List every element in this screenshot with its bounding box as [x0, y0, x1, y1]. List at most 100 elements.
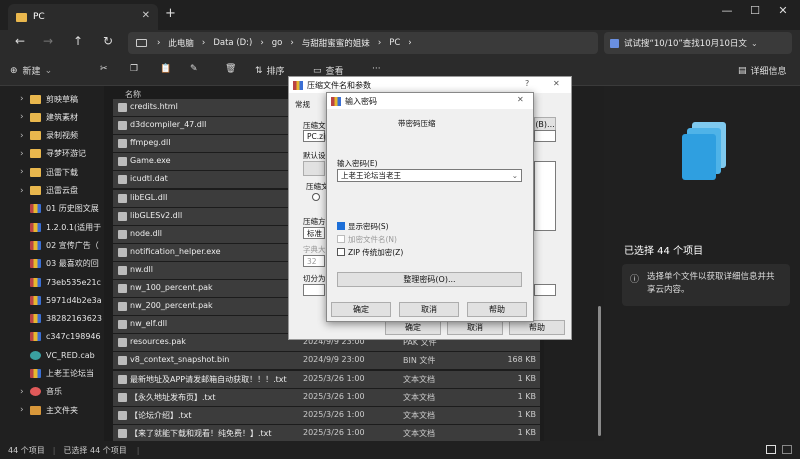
- help-icon[interactable]: ?: [525, 79, 529, 88]
- update-mode-select[interactable]: [534, 130, 556, 142]
- close-tab-icon[interactable]: ✕: [142, 10, 150, 21]
- breadcrumb-item[interactable]: 与甜甜蜜蜜的姐妹: [302, 37, 370, 49]
- chevron-right-icon[interactable]: ›: [20, 387, 30, 397]
- sidebar-item-label: 73eb535e21c: [46, 277, 101, 287]
- sidebar-item-label: 38282163623: [46, 314, 102, 324]
- rar-icon: [30, 277, 41, 287]
- archive-dialog-title: 压缩文件名和参数: [307, 80, 371, 90]
- chevron-down-icon[interactable]: ⌄: [512, 170, 518, 181]
- file-name: notification_helper.exe: [130, 246, 221, 256]
- zip-legacy-label: ZIP 传统加密(Z): [348, 248, 404, 257]
- new-label: 新建: [22, 67, 41, 77]
- sidebar-item-label: 主文件夹: [46, 405, 78, 415]
- close-icon[interactable]: ✕: [553, 79, 560, 88]
- tab-pc[interactable]: PC ✕: [8, 4, 158, 30]
- archive-cancel-button[interactable]: 取消: [447, 320, 503, 335]
- file-icon: [118, 265, 127, 275]
- delete-icon[interactable]: 🗑: [225, 64, 236, 74]
- table-row[interactable]: 【永久地址发布页】.txt 2025/3/26 1:00 文本文档 1 KB: [113, 388, 540, 406]
- folder-icon: [30, 94, 41, 104]
- password-value: 上老王论坛当老王: [341, 171, 401, 180]
- rename-icon[interactable]: ✎: [190, 64, 198, 74]
- close-icon[interactable]: ✕: [517, 95, 524, 104]
- file-size: 1 KB: [517, 409, 536, 419]
- breadcrumb-item[interactable]: Data (D:): [213, 38, 252, 48]
- folder-icon: [30, 186, 41, 195]
- details-pane-button[interactable]: ▤ 详细信息: [738, 64, 787, 78]
- file-icon: [118, 139, 127, 149]
- chevron-right-icon[interactable]: ›: [20, 167, 30, 177]
- archive-help-button[interactable]: 帮助: [509, 320, 565, 335]
- maximize-button[interactable]: ☐: [740, 4, 770, 17]
- archive-ok-button[interactable]: 确定: [385, 320, 441, 335]
- zip-legacy-checkbox[interactable]: [337, 248, 345, 256]
- table-row[interactable]: 【来了就能下载和观看！纯免费！】.txt 2025/3/26 1:00 文本文档 1 …: [113, 424, 540, 442]
- password-input[interactable]: 上老王论坛当老王 ⌄: [337, 169, 522, 182]
- file-date: 2025/3/26 1:00: [303, 373, 365, 383]
- file-date: 2025/3/26 1:00: [303, 427, 365, 437]
- chevron-right-icon[interactable]: ›: [20, 112, 30, 122]
- tiles-view-icon[interactable]: [782, 445, 792, 454]
- chevron-right-icon[interactable]: ›: [20, 149, 30, 159]
- file-name: d3dcompiler_47.dll: [130, 120, 207, 130]
- new-button[interactable]: ⊕ 新建 ⌄: [10, 64, 52, 78]
- file-name: libEGL.dll: [130, 192, 168, 202]
- chevron-right-icon[interactable]: ›: [20, 131, 30, 141]
- password-help-button[interactable]: 帮助: [467, 302, 527, 317]
- split-volumes-field[interactable]: [303, 284, 325, 296]
- up-arrow-icon[interactable]: ↑: [68, 34, 88, 52]
- search-placeholder: 试试搜“10/10”查找10月10日文: [624, 39, 747, 49]
- file-icon: [118, 103, 127, 112]
- show-password-checkbox[interactable]: [337, 222, 345, 230]
- file-size: 168 KB: [507, 355, 536, 365]
- sidebar-item[interactable]: › 主文件夹: [0, 399, 104, 421]
- forward-arrow-icon[interactable]: →: [38, 34, 58, 52]
- paste-icon[interactable]: 📋: [160, 64, 171, 74]
- compression-method-select[interactable]: 标准: [303, 227, 325, 239]
- scrollbar[interactable]: [598, 306, 601, 436]
- chevron-right-icon[interactable]: ›: [20, 94, 30, 104]
- archive-name-field[interactable]: PC.zip: [303, 130, 330, 142]
- encrypt-names-checkbox[interactable]: [337, 235, 345, 243]
- cut-icon[interactable]: ✂: [100, 64, 108, 74]
- sidebar-item-label: 录制视频: [46, 131, 78, 141]
- file-icon: [118, 284, 127, 293]
- address-bar[interactable]: › 此电脑 › Data (D:) › go › 与甜甜蜜蜜的姐妹 › PC ›: [128, 32, 598, 54]
- refresh-icon[interactable]: ↻: [98, 34, 118, 52]
- table-row[interactable]: 最新地址及APP请发邮箱自动获取！！！.txt 2025/3/26 1:00 文本文…: [113, 370, 540, 388]
- profiles-button[interactable]: [303, 161, 325, 176]
- file-name: credits.html: [130, 102, 178, 111]
- file-icon: [118, 410, 127, 420]
- password-ok-button[interactable]: 确定: [331, 302, 391, 317]
- organize-passwords-button[interactable]: 整理密码(O)...: [337, 272, 522, 287]
- rar-icon: [30, 295, 41, 305]
- sort-button[interactable]: ⇅ 排序: [255, 64, 285, 78]
- breadcrumb-item[interactable]: 此电脑: [168, 37, 194, 49]
- back-arrow-icon[interactable]: ←: [10, 34, 30, 52]
- new-tab-button[interactable]: +: [165, 6, 176, 21]
- table-row[interactable]: v8_context_snapshot.bin 2024/9/9 23:00 BIN…: [113, 352, 540, 370]
- file-type: 文本文档: [403, 374, 435, 384]
- password-cancel-button[interactable]: 取消: [399, 302, 459, 317]
- minimize-button[interactable]: —: [712, 4, 742, 17]
- chevron-right-icon[interactable]: ›: [20, 405, 30, 415]
- tab-general[interactable]: 常规: [295, 99, 310, 110]
- sidebar-item-label: 03 最喜欢的回: [46, 259, 99, 269]
- table-row[interactable]: 【论坛介绍】.txt 2025/3/26 1:00 文本文档 1 KB: [113, 406, 540, 424]
- details-view-icon[interactable]: [766, 445, 776, 454]
- status-bar: 44 个项目 | 已选择 44 个项目 |: [0, 441, 800, 459]
- copy-icon[interactable]: ❐: [130, 64, 138, 74]
- breadcrumb-item[interactable]: PC: [389, 38, 400, 48]
- split-unit-select[interactable]: [534, 284, 556, 296]
- search-box[interactable]: 试试搜“10/10”查找10月10日文 ⌄: [604, 32, 792, 54]
- dictionary-size-select[interactable]: 32: [303, 255, 325, 267]
- file-icon: [118, 229, 127, 239]
- breadcrumb-item[interactable]: go: [272, 38, 283, 48]
- format-radio[interactable]: [312, 193, 320, 201]
- close-window-button[interactable]: ✕: [768, 4, 798, 17]
- info-text: 选择单个文件以获取详细信息并共享云内容。: [647, 272, 775, 295]
- sidebar-item-label: 迅雷云盘: [46, 186, 78, 195]
- file-name: node.dll: [130, 228, 163, 238]
- more-options-icon[interactable]: ···: [372, 64, 381, 74]
- chevron-right-icon[interactable]: ›: [20, 186, 30, 196]
